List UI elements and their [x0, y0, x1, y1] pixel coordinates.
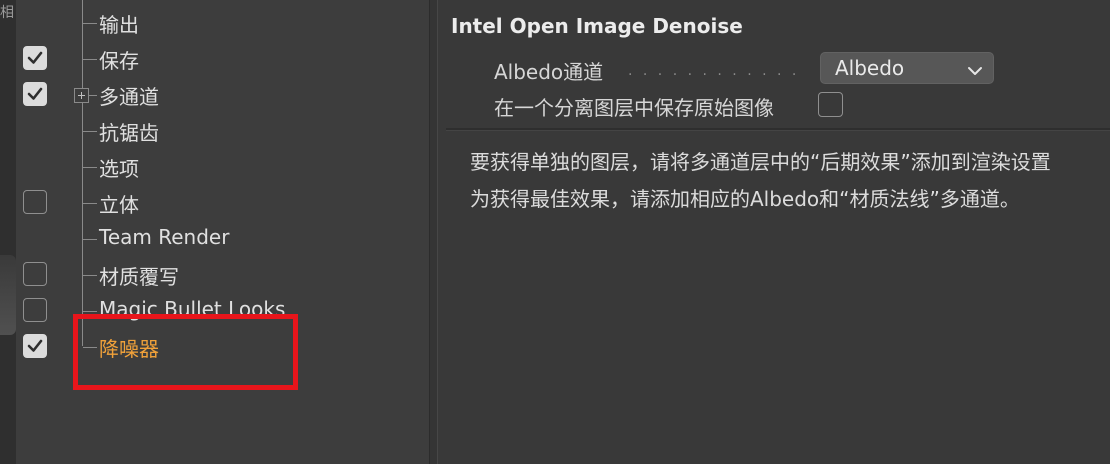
tree-item-checkbox[interactable] — [23, 262, 47, 286]
tree-item-checkbox[interactable] — [23, 46, 47, 70]
tree-branch-line — [83, 203, 97, 204]
albedo-leader-dots: . . . . . . . . . . . . . . — [628, 63, 798, 77]
settings-tree: 输出 保存 多通道 抗锯齿 选项 立体 Team Render 材质覆写 Magic Bulle… — [16, 0, 429, 464]
settings-tree-panel: 输出 保存 多通道 抗锯齿 选项 立体 Team Render 材质覆写 Magic Bulle… — [16, 0, 429, 464]
highlight-annotation-box — [73, 314, 298, 390]
tree-item-label: Team Render — [99, 225, 230, 249]
section-divider-highlight — [446, 130, 1110, 131]
tree-item-checkbox[interactable] — [23, 334, 47, 358]
albedo-channel-value: Albedo — [835, 56, 905, 80]
tree-item[interactable]: 立体 — [16, 182, 429, 218]
info-text-line-2: 为获得最佳效果，请添加相应的Albedo和“材质法线”多通道。 — [470, 187, 1020, 211]
tree-item-checkbox[interactable] — [23, 82, 47, 106]
tree-branch-line — [83, 167, 97, 168]
expand-plus-icon[interactable] — [74, 88, 89, 103]
keep-original-checkbox[interactable] — [818, 92, 843, 117]
panel-splitter[interactable] — [429, 0, 438, 464]
checkmark-icon — [27, 51, 43, 64]
checkmark-icon — [27, 339, 43, 352]
tree-branch-line — [83, 275, 97, 276]
tree-item[interactable]: 抗锯齿 — [16, 110, 429, 146]
albedo-channel-dropdown[interactable]: Albedo — [820, 52, 994, 84]
tree-item-label: 输出 — [99, 13, 139, 37]
tree-item[interactable]: Team Render — [16, 218, 429, 254]
tree-branch-line — [83, 131, 97, 132]
albedo-channel-label: Albedo通道 — [494, 60, 604, 84]
tree-branch-line — [83, 239, 97, 240]
edge-decoration — [0, 255, 16, 335]
window-edge: 相 — [0, 0, 16, 464]
tree-item[interactable]: 保存 — [16, 38, 429, 74]
chevron-down-icon — [967, 62, 983, 81]
render-settings-window: 相 输出 保存 多通道 抗锯齿 选项 立体 Team Render 材质覆写 Magic Bul… — [0, 0, 1110, 464]
tree-item-checkbox[interactable] — [23, 190, 47, 214]
denoiser-settings-panel: Intel Open Image Denoise Albedo通道 . . . … — [438, 0, 1110, 464]
tree-branch-line — [83, 23, 97, 24]
tree-item[interactable]: 输出 — [16, 2, 429, 38]
section-title: Intel Open Image Denoise — [451, 14, 743, 38]
tree-item[interactable]: 选项 — [16, 146, 429, 182]
edge-text: 相 — [0, 5, 14, 21]
tree-item-label: 保存 — [99, 49, 139, 73]
tree-item-checkbox[interactable] — [23, 298, 47, 322]
tree-item-label: 立体 — [99, 193, 139, 217]
tree-item-label: 选项 — [99, 157, 139, 181]
tree-item-label: 抗锯齿 — [99, 121, 159, 145]
tree-item-label: 材质覆写 — [99, 265, 179, 289]
tree-item[interactable]: 多通道 — [16, 74, 429, 110]
tree-branch-line — [83, 311, 97, 312]
tree-branch-line — [83, 59, 97, 60]
tree-item-label: 多通道 — [99, 85, 159, 109]
info-text-line-1: 要获得单独的图层，请将多通道层中的“后期效果”添加到渲染设置 — [470, 150, 1051, 174]
keep-original-label: 在一个分离图层中保存原始图像 — [494, 96, 774, 120]
tree-item[interactable]: 材质覆写 — [16, 254, 429, 290]
checkmark-icon — [27, 87, 43, 100]
